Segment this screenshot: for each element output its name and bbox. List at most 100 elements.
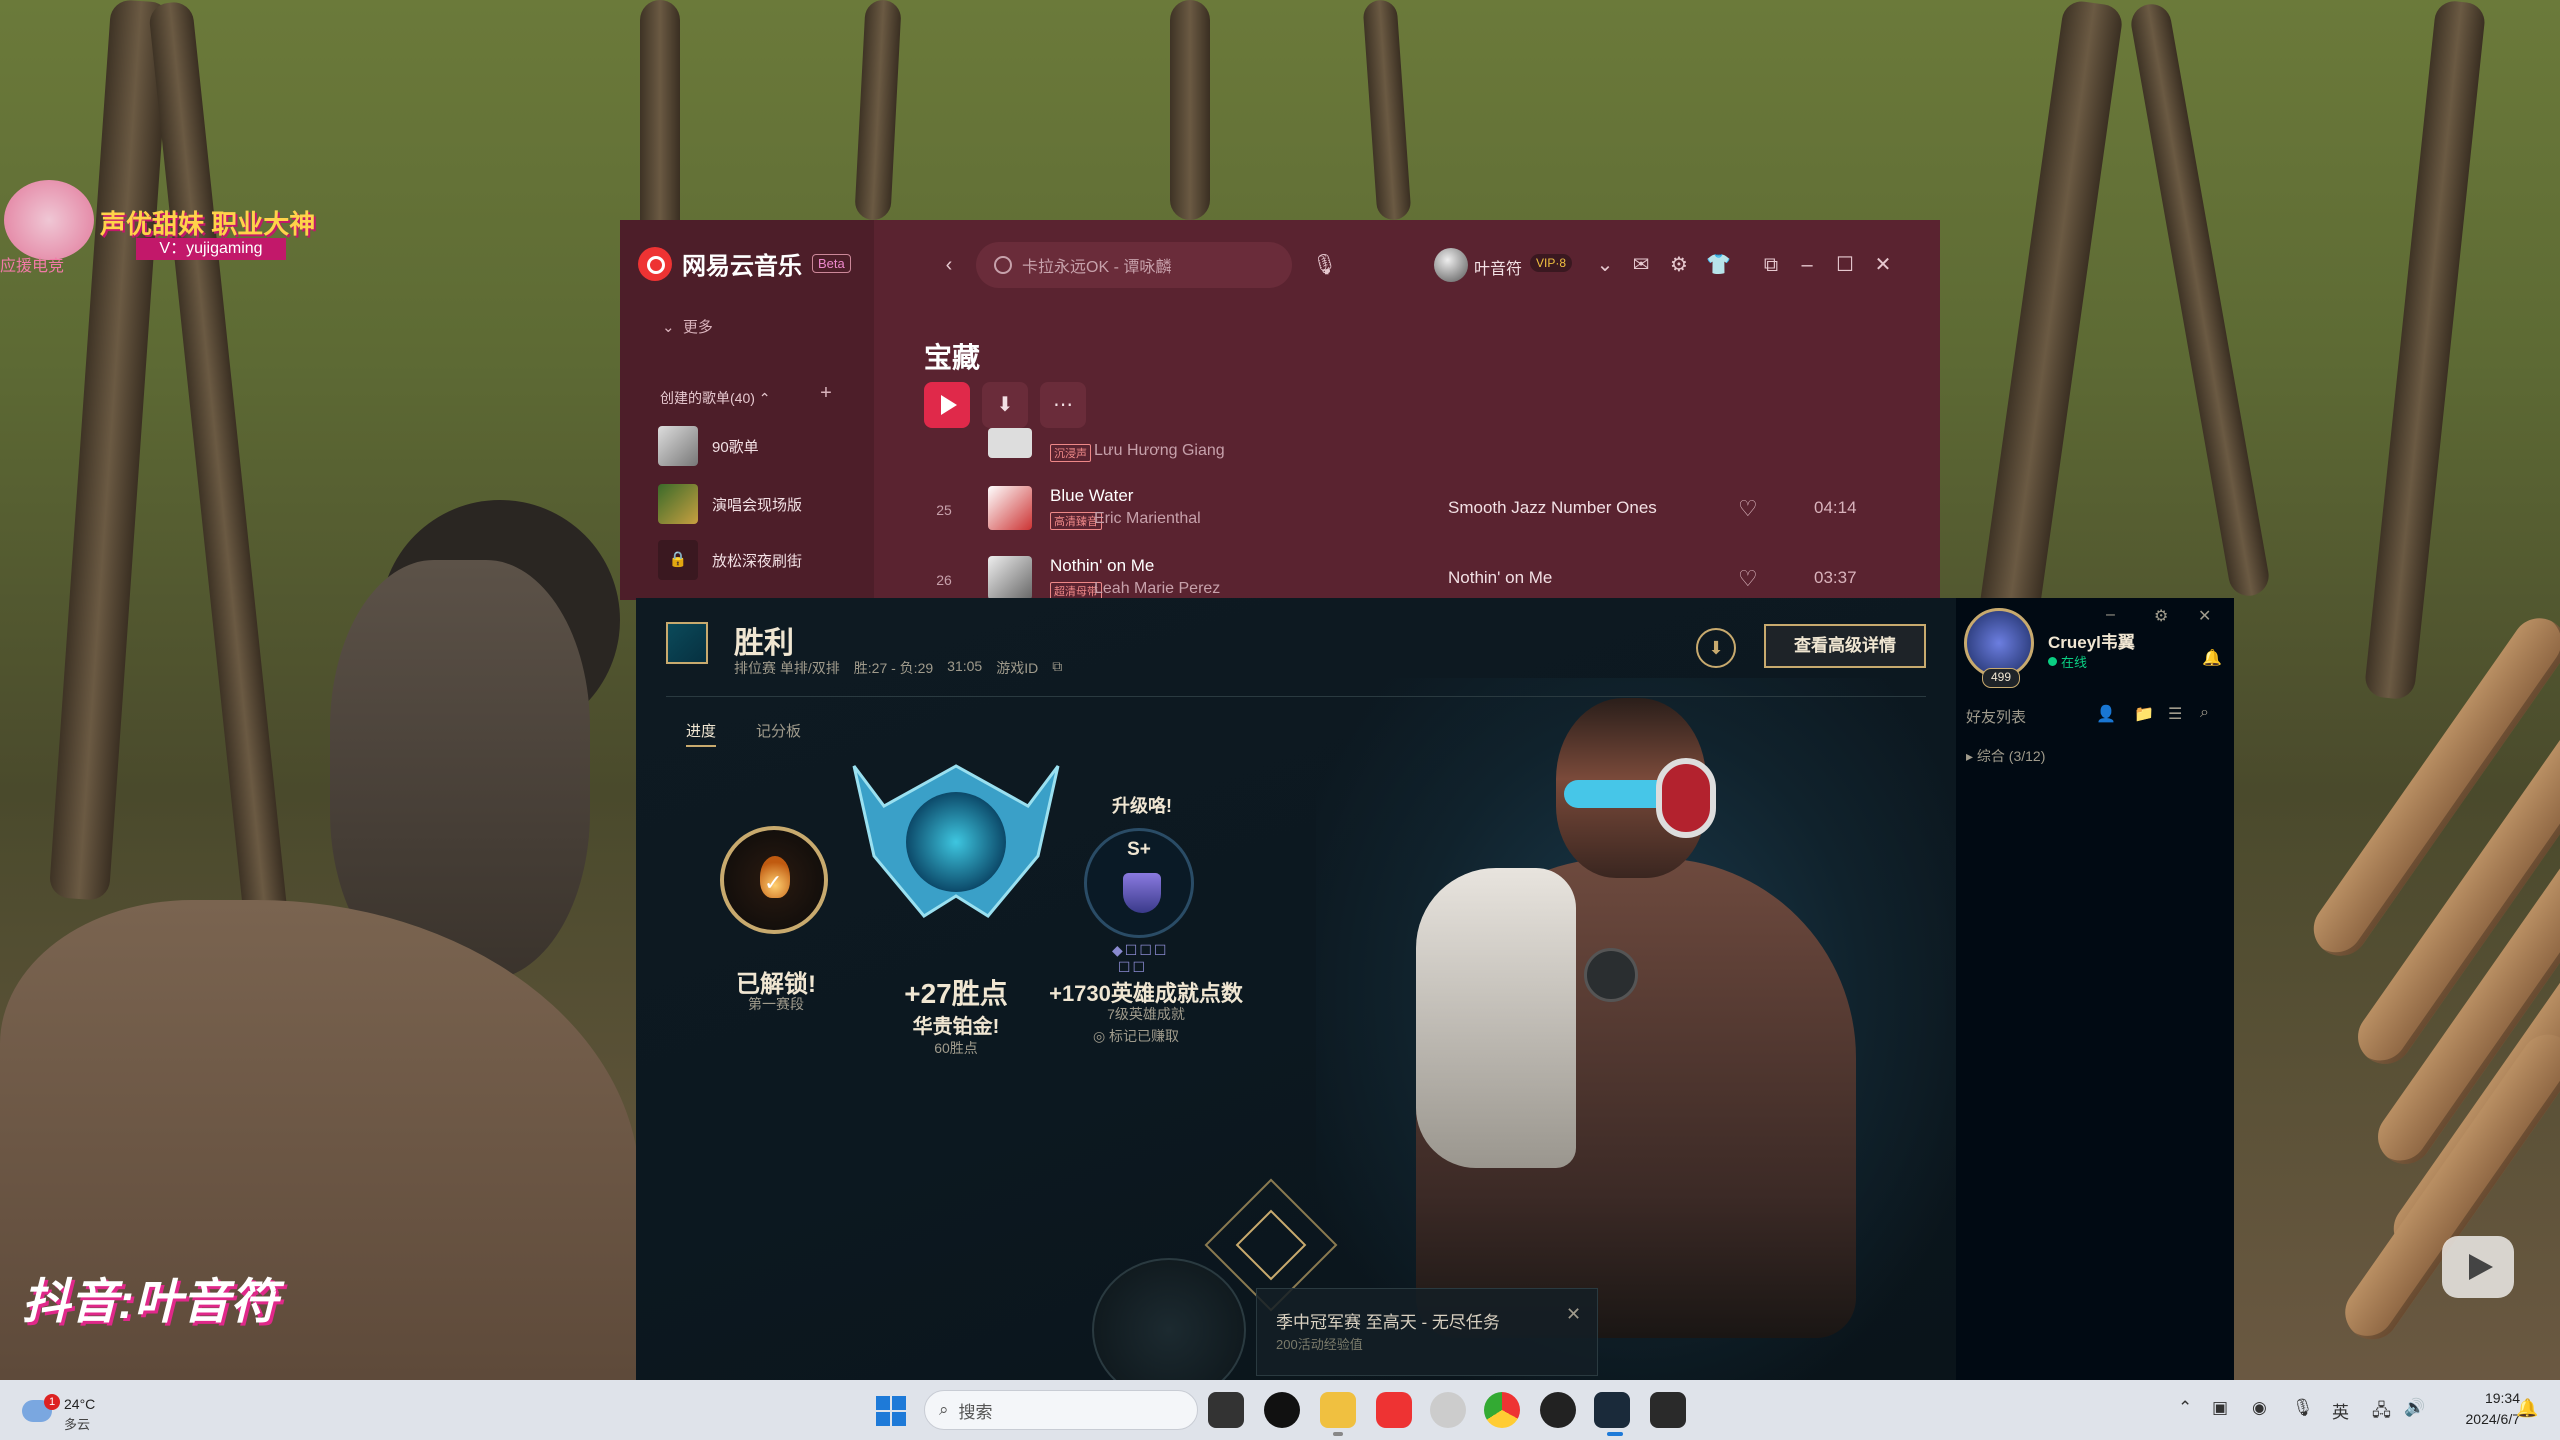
heart-icon[interactable]: ♡ xyxy=(1738,566,1758,592)
running-indicator xyxy=(1333,1432,1343,1436)
list-view-icon[interactable]: ☰ xyxy=(2168,704,2182,724)
avatar[interactable] xyxy=(1434,248,1468,282)
playlist-item[interactable]: 🔒 放松深夜刷街 xyxy=(658,540,802,580)
mission-title: 季中冠军赛 至高天 - 无尽任务 xyxy=(1276,1313,1500,1332)
mini-mode-icon[interactable]: ⧉ xyxy=(1760,254,1782,276)
playlist-item[interactable]: 演唱会现场版 xyxy=(658,484,802,524)
heart-icon[interactable]: ♡ xyxy=(1738,496,1758,522)
song-cover xyxy=(988,428,1032,458)
friends-list-title: 好友列表 xyxy=(1966,709,2027,726)
beta-badge: Beta xyxy=(812,254,851,273)
notification-bell-icon[interactable]: 🔔 xyxy=(2516,1398,2538,1419)
table-row[interactable]: 25 Blue Water 高清臻音 Eric Marienthal Smoot… xyxy=(924,478,1924,538)
gear-icon[interactable]: ⚙ xyxy=(1668,254,1690,276)
status-badge[interactable]: 在线 xyxy=(2048,652,2087,671)
game-client-window: 胜利 排位赛 单排/双排 胜:27 - 负:29 31:05 游戏ID ⧉ ⬇ … xyxy=(636,598,2234,1380)
active-indicator xyxy=(1607,1432,1623,1436)
friend-group-label: 综合 (3/12) xyxy=(1976,748,2046,764)
created-playlists-label: 创建的歌单(40) xyxy=(660,390,755,406)
table-row[interactable]: 26 Nothin' on Me 超清母带 Leah Marie Perez N… xyxy=(924,548,1924,600)
back-icon[interactable]: ‹ xyxy=(938,254,960,276)
app-icon[interactable] xyxy=(1540,1392,1576,1428)
song-number: 25 xyxy=(936,502,952,518)
microphone-icon[interactable]: 🎙 xyxy=(1312,254,1337,276)
rank-name: 华贵铂金! xyxy=(912,1016,1000,1038)
summoner-name[interactable]: Crueyl韦翼 xyxy=(2048,628,2135,653)
tab-progress[interactable]: 进度 xyxy=(686,720,717,747)
song-album[interactable]: Nothin' on Me xyxy=(1448,568,1552,588)
download-icon[interactable]: ⬇ xyxy=(1696,628,1736,668)
close-icon[interactable]: ✕ xyxy=(1872,254,1894,276)
close-icon[interactable]: ✕ xyxy=(1566,1304,1581,1325)
friend-group[interactable]: ▸ 综合 (3/12) xyxy=(1966,746,2045,766)
song-duration: 03:37 xyxy=(1814,568,1857,587)
song-title[interactable]: Nothin' on Me xyxy=(1050,556,1154,576)
add-playlist-button[interactable]: + xyxy=(816,383,836,404)
rank-lp: 60胜点 xyxy=(934,1040,978,1056)
search-icon[interactable]: ⌕ xyxy=(2200,704,2209,722)
task-view-icon[interactable] xyxy=(1208,1392,1244,1428)
tray-app-icon[interactable]: ◉ xyxy=(2252,1398,2267,1418)
network-icon[interactable]: 🖧 xyxy=(2372,1398,2391,1427)
close-icon[interactable]: ✕ xyxy=(2198,606,2211,626)
minimize-icon[interactable]: – xyxy=(1796,254,1818,276)
netease-music-icon[interactable] xyxy=(1376,1392,1412,1428)
vip-badge[interactable]: VIP·8 xyxy=(1530,254,1573,272)
mail-icon[interactable]: ✉ xyxy=(1630,254,1652,276)
song-artist[interactable]: Eric Marienthal xyxy=(1094,510,1201,528)
unlock-sub: 第一赛段 xyxy=(748,996,804,1012)
mastery-emblem: S+ xyxy=(1084,828,1194,938)
copy-icon[interactable]: ⧉ xyxy=(1052,658,1062,678)
gear-icon[interactable]: ⚙ xyxy=(2154,606,2168,626)
badge-brand: 应援电竞 xyxy=(0,258,65,275)
play-all-button[interactable] xyxy=(924,382,970,428)
minimize-icon[interactable]: – xyxy=(2106,606,2115,624)
playlist-cover xyxy=(658,484,698,524)
song-album[interactable]: Smooth Jazz Number Ones xyxy=(1448,498,1657,518)
music-search-input[interactable]: 卡拉永远OK - 谭咏麟 xyxy=(976,242,1292,288)
maximize-icon[interactable]: ☐ xyxy=(1834,254,1856,276)
chrome-icon[interactable] xyxy=(1484,1392,1520,1428)
more-options-button[interactable]: ⋯ xyxy=(1040,382,1086,428)
skin-icon[interactable]: 👕 xyxy=(1706,254,1731,276)
tray-app-icon[interactable]: ▣ xyxy=(2212,1398,2228,1418)
start-button[interactable] xyxy=(876,1396,906,1426)
song-title[interactable]: Blue Water xyxy=(1050,486,1133,506)
headphones-icon xyxy=(1656,758,1716,838)
advanced-details-button[interactable]: 查看高级详情 xyxy=(1764,624,1926,668)
add-folder-icon[interactable]: 📁 xyxy=(2134,704,2154,724)
chevron-down-icon[interactable]: ⌄ xyxy=(1594,254,1616,276)
download-button[interactable]: ⬇ xyxy=(982,382,1028,428)
add-friend-icon[interactable]: 👤 xyxy=(2096,704,2116,724)
volume-icon[interactable]: 🔊 xyxy=(2404,1398,2425,1418)
play-watermark-icon xyxy=(2442,1236,2514,1298)
upgrade-label: 升级咯! xyxy=(1112,796,1172,816)
weather-widget[interactable]: 1 24°C 多云 xyxy=(22,1390,122,1434)
clock[interactable]: 19:34 2024/6/7 xyxy=(2444,1388,2521,1430)
tab-scoreboard[interactable]: 记分板 xyxy=(756,720,801,741)
song-cover xyxy=(988,556,1032,600)
chevron-up-icon[interactable]: ⌃ xyxy=(2178,1398,2192,1418)
input-language[interactable]: 英 xyxy=(2332,1398,2349,1423)
app-icon[interactable] xyxy=(1430,1392,1466,1428)
champion-towel xyxy=(1416,868,1576,1168)
game-id-label: 游戏ID xyxy=(996,660,1039,676)
weather-condition: 多云 xyxy=(64,1417,91,1432)
qq-icon[interactable] xyxy=(1264,1392,1300,1428)
taskbar-search[interactable]: ⌕ 搜索 xyxy=(924,1390,1198,1430)
user-name[interactable]: 叶音符 xyxy=(1474,255,1522,279)
playlist-item[interactable]: 90歌单 xyxy=(658,426,759,466)
file-explorer-icon[interactable] xyxy=(1320,1392,1356,1428)
song-cover xyxy=(988,486,1032,530)
microphone-icon[interactable]: 🎙 xyxy=(2292,1398,2314,1418)
bell-icon[interactable]: 🔔 xyxy=(2202,648,2222,668)
mastery-tokens: ◆☐☐☐ ☐☐ xyxy=(1112,942,1169,975)
song-number: 26 xyxy=(936,572,952,588)
page-title: 宝藏 xyxy=(924,342,981,373)
song-artist[interactable]: Lưu Hương Giang xyxy=(1094,442,1225,460)
sidebar-more[interactable]: ⌄ 更多 xyxy=(662,316,713,337)
song-artist[interactable]: Leah Marie Perez xyxy=(1094,580,1220,598)
league-client-icon[interactable] xyxy=(1594,1392,1630,1428)
app-icon[interactable] xyxy=(1650,1392,1686,1428)
created-playlists-header[interactable]: 创建的歌单(40) ⌃ xyxy=(660,388,771,408)
